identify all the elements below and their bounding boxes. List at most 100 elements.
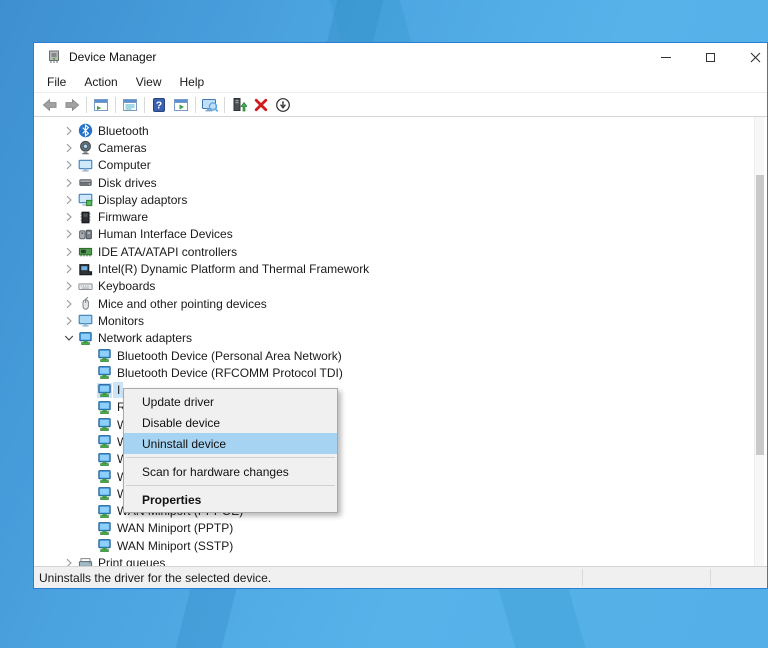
tree-item-monitors[interactable]: Monitors <box>34 312 753 329</box>
close-icon <box>750 52 761 62</box>
monitor-icon <box>78 313 93 328</box>
context-menu-separator <box>126 485 335 486</box>
maximize-button[interactable] <box>688 43 733 71</box>
properties-button[interactable] <box>119 95 141 115</box>
chevron-collapsed-icon[interactable] <box>62 297 76 311</box>
bluetooth-icon <box>78 123 93 138</box>
chevron-collapsed-icon[interactable] <box>62 279 76 293</box>
context-menu: Update driver Disable device Uninstall dev… <box>123 388 338 513</box>
chevron-collapsed-icon[interactable] <box>62 176 76 190</box>
context-menu-item-disable-device[interactable]: Disable device <box>124 412 337 433</box>
menu-bar: File Action View Help <box>34 71 767 93</box>
network-adapter-icon <box>97 504 112 519</box>
firmware-icon <box>78 210 93 225</box>
intel-icon <box>78 262 93 277</box>
toolbar: ? <box>34 93 767 117</box>
forward-button[interactable] <box>61 95 83 115</box>
tree-item-label: Intel(R) Dynamic Platform and Thermal Fr… <box>98 262 370 277</box>
network-adapter-icon <box>97 382 112 398</box>
context-menu-item-properties[interactable]: Properties <box>124 489 337 510</box>
chevron-collapsed-icon[interactable] <box>62 262 76 276</box>
toolbar-separator <box>115 96 116 113</box>
tree-item-label: Mice and other pointing devices <box>98 296 267 311</box>
tree-item-mice-and-other-pointing-devices[interactable]: Mice and other pointing devices <box>34 295 753 312</box>
back-icon <box>42 97 58 113</box>
tree-item-wan-miniport-pptp[interactable]: WAN Miniport (PPTP) <box>34 520 753 537</box>
disable-icon <box>275 97 291 113</box>
tree-item-display-adaptors[interactable]: Display adaptors <box>34 191 753 208</box>
tree-item-intel-r-dynamic-platform-and-thermal-framework[interactable]: Intel(R) Dynamic Platform and Thermal Fr… <box>34 260 753 277</box>
uninstall-icon <box>253 97 269 113</box>
tree-item-wan-miniport-sstp[interactable]: WAN Miniport (SSTP) <box>34 537 753 554</box>
network-adapter-icon <box>97 400 112 415</box>
minimize-button[interactable] <box>643 43 688 71</box>
network-adapter-icon <box>97 521 112 536</box>
disable-device-button[interactable] <box>272 95 294 115</box>
help-button[interactable]: ? <box>148 95 170 115</box>
chevron-collapsed-icon[interactable] <box>62 210 76 224</box>
tree-item-bluetooth[interactable]: Bluetooth <box>34 122 753 139</box>
tree-item-ide-ata-atapi-controllers[interactable]: IDE ATA/ATAPI controllers <box>34 243 753 260</box>
properties-pane-icon <box>122 97 138 113</box>
tree-item-network-adapters[interactable]: Network adapters <box>34 330 753 347</box>
update-driver-button[interactable] <box>228 95 250 115</box>
tree-item-human-interface-devices[interactable]: Human Interface Devices <box>34 226 753 243</box>
tree-item-label: Print queues <box>98 556 166 566</box>
tree-item-bluetooth-device-rfcomm-protocol-tdi[interactable]: Bluetooth Device (RFCOMM Protocol TDI) <box>34 364 753 381</box>
tree-item-cameras[interactable]: Cameras <box>34 139 753 156</box>
chevron-collapsed-icon[interactable] <box>62 193 76 207</box>
chevron-collapsed-icon[interactable] <box>62 124 76 138</box>
tree-item-bluetooth-device-personal-area-network[interactable]: Bluetooth Device (Personal Area Network) <box>34 347 753 364</box>
display-adapter-icon <box>78 192 93 207</box>
tree-item-label: Monitors <box>98 313 145 328</box>
tree-item-disk-drives[interactable]: Disk drives <box>34 174 753 191</box>
tree-item-firmware[interactable]: Firmware <box>34 208 753 225</box>
tree-item-label: I <box>113 382 124 399</box>
chevron-expanded-icon[interactable] <box>62 331 76 345</box>
context-menu-item-uninstall-device[interactable]: Uninstall device <box>124 433 337 454</box>
svg-text:?: ? <box>156 99 162 111</box>
tree-item-label: Cameras <box>98 140 147 155</box>
context-menu-item-scan-for-hardware-changes[interactable]: Scan for hardware changes <box>124 461 337 482</box>
context-menu-separator <box>126 457 335 458</box>
title-bar: Device Manager <box>34 43 767 71</box>
menu-help[interactable]: Help <box>171 72 214 92</box>
tree-item-keyboards[interactable]: Keyboards <box>34 278 753 295</box>
action-pane-button[interactable] <box>170 95 192 115</box>
chevron-collapsed-icon[interactable] <box>62 141 76 155</box>
back-button[interactable] <box>39 95 61 115</box>
menu-file[interactable]: File <box>38 72 75 92</box>
tree-item-label: Firmware <box>98 210 148 225</box>
scan-hardware-icon <box>201 97 219 113</box>
scrollbar-thumb[interactable] <box>756 175 764 455</box>
close-button[interactable] <box>733 43 767 71</box>
scan-hardware-changes-button[interactable] <box>199 95 221 115</box>
help-icon: ? <box>151 97 167 113</box>
tree-item-label: Bluetooth Device (Personal Area Network) <box>117 348 342 363</box>
menu-action[interactable]: Action <box>75 72 126 92</box>
toolbar-separator <box>86 96 87 113</box>
chevron-collapsed-icon[interactable] <box>62 556 76 566</box>
tree-item-print-queues[interactable]: Print queues <box>34 554 753 566</box>
device-manager-app-icon <box>46 49 62 65</box>
network-adapter-icon <box>97 417 112 432</box>
device-tree-panel: Bluetooth Cameras Computer Disk drives Displ… <box>34 117 767 566</box>
vertical-scrollbar[interactable] <box>754 117 764 566</box>
maximize-icon <box>706 52 715 62</box>
menu-view[interactable]: View <box>127 72 171 92</box>
chevron-collapsed-icon[interactable] <box>62 245 76 259</box>
uninstall-device-button[interactable] <box>250 95 272 115</box>
tree-item-computer[interactable]: Computer <box>34 157 753 174</box>
chevron-collapsed-icon[interactable] <box>62 158 76 172</box>
context-menu-item-update-driver[interactable]: Update driver <box>124 391 337 412</box>
network-adapter-icon <box>97 452 112 467</box>
hid-icon <box>78 227 93 242</box>
network-adapter-icon <box>97 348 112 363</box>
chevron-collapsed-icon[interactable] <box>62 314 76 328</box>
toolbar-separator <box>224 96 225 113</box>
chevron-collapsed-icon[interactable] <box>62 227 76 241</box>
show-console-tree-button[interactable] <box>90 95 112 115</box>
status-bar: Uninstalls the driver for the selected d… <box>34 566 767 588</box>
tree-item-label: Bluetooth <box>98 123 149 138</box>
tree-item-label: Human Interface Devices <box>98 227 233 242</box>
